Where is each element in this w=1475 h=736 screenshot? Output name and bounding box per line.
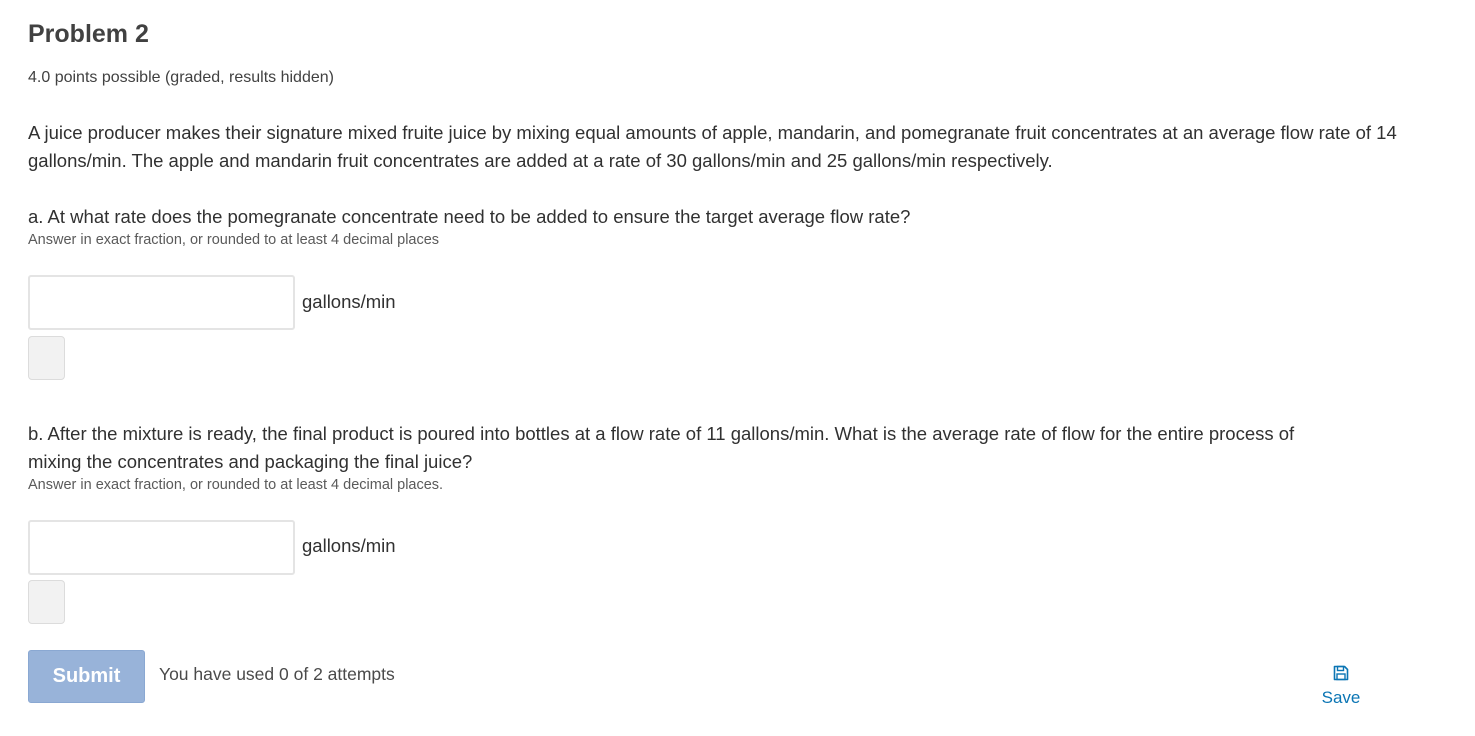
- question-b: b. After the mixture is ready, the final…: [28, 423, 1295, 472]
- answer-b-input[interactable]: [28, 520, 295, 575]
- floppy-disk-icon: [1332, 664, 1350, 682]
- problem-title: Problem 2: [28, 20, 149, 48]
- unit-b-label: gallons/min: [302, 535, 396, 556]
- save-button[interactable]: Save: [1310, 664, 1372, 708]
- answer-b-status-indicator: [28, 580, 65, 624]
- unit-a-label: gallons/min: [302, 291, 396, 312]
- problem-prompt: A juice producer makes their signature m…: [28, 122, 1397, 171]
- attempts-counter: You have used 0 of 2 attempts: [159, 664, 395, 684]
- points-possible: 4.0 points possible (graded, results hid…: [28, 69, 334, 86]
- question-a: a. At what rate does the pomegranate con…: [28, 206, 911, 227]
- save-label: Save: [1321, 688, 1361, 707]
- answer-a-input[interactable]: [28, 275, 295, 330]
- hint-a: Answer in exact fraction, or rounded to …: [28, 232, 440, 248]
- answer-a-status-indicator: [28, 336, 65, 380]
- submit-button[interactable]: Submit: [28, 650, 145, 703]
- hint-b: Answer in exact fraction, or rounded to …: [28, 477, 444, 493]
